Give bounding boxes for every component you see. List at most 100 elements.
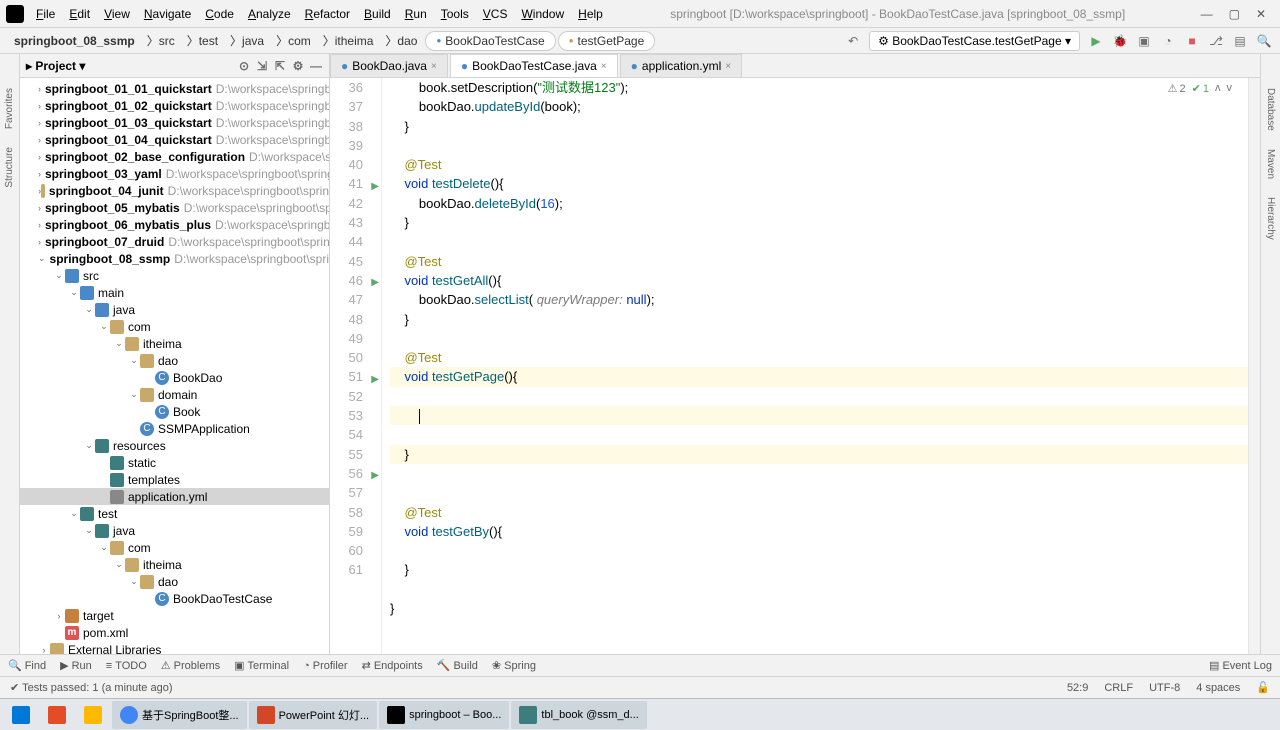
start-button[interactable]: [4, 701, 38, 729]
line-separator[interactable]: CRLF: [1104, 682, 1133, 694]
indent-setting[interactable]: 4 spaces: [1196, 682, 1240, 694]
tree-node[interactable]: ⌄domain: [20, 386, 329, 403]
breadcrumb-root[interactable]: springboot_08_ssmp: [8, 32, 141, 50]
profiler-tool[interactable]: ◔ Profiler: [303, 660, 348, 672]
tree-node[interactable]: ⌄java: [20, 301, 329, 318]
tree-node[interactable]: ⌄resources: [20, 437, 329, 454]
project-panel-title[interactable]: ▸ Project ▾: [26, 59, 85, 73]
endpoints-tool[interactable]: ⇄ Endpoints: [362, 659, 423, 672]
search-icon[interactable]: 🔍: [1256, 33, 1272, 49]
spring-tool[interactable]: ❀ Spring: [492, 659, 536, 672]
stop-icon[interactable]: ■: [1184, 33, 1200, 49]
tree-node[interactable]: ⌄com: [20, 539, 329, 556]
editor-tab[interactable]: ● BookDaoTestCase.java ×: [450, 54, 618, 77]
tree-node[interactable]: ›springboot_01_01_quickstartD:\workspace…: [20, 80, 329, 97]
event-log-tool[interactable]: ▤ Event Log: [1209, 659, 1272, 672]
menu-tools[interactable]: Tools: [435, 3, 475, 25]
tree-node[interactable]: CBookDao: [20, 369, 329, 386]
todo-tool[interactable]: ≡ TODO: [106, 660, 147, 672]
menu-file[interactable]: File: [30, 3, 61, 25]
locate-icon[interactable]: ⊙: [237, 59, 251, 73]
tree-node[interactable]: ⌄com: [20, 318, 329, 335]
taskbar-app[interactable]: [40, 701, 74, 729]
menu-code[interactable]: Code: [199, 3, 240, 25]
terminal-tool[interactable]: ▣ Terminal: [234, 659, 289, 672]
tree-node[interactable]: ⌄itheima: [20, 556, 329, 573]
structure-icon[interactable]: ▤: [1232, 33, 1248, 49]
collapse-icon[interactable]: ⇱: [273, 59, 287, 73]
taskbar-powerpoint[interactable]: PowerPoint 幻灯...: [249, 701, 377, 729]
tree-node[interactable]: CBookDaoTestCase: [20, 590, 329, 607]
tree-node[interactable]: ⌄src: [20, 267, 329, 284]
breadcrumb[interactable]: 〉java: [224, 32, 270, 50]
menu-build[interactable]: Build: [358, 3, 397, 25]
hierarchy-tool[interactable]: Hierarchy: [1265, 193, 1276, 244]
readonly-icon[interactable]: 🔓: [1256, 681, 1270, 694]
menu-refactor[interactable]: Refactor: [299, 3, 356, 25]
close-tab-icon[interactable]: ×: [431, 61, 437, 72]
settings-icon[interactable]: ⚙: [291, 59, 305, 73]
breadcrumb-method[interactable]: ●testGetPage: [558, 31, 656, 51]
ok-indicator[interactable]: ✔1: [1192, 82, 1209, 95]
chevron-up-icon[interactable]: ʌ: [1215, 82, 1221, 95]
close-icon[interactable]: ✕: [1256, 7, 1266, 21]
tree-node[interactable]: application.yml: [20, 488, 329, 505]
tree-node[interactable]: ⌄dao: [20, 352, 329, 369]
tree-node[interactable]: ⌄springboot_08_ssmpD:\workspace\springbo…: [20, 250, 329, 267]
warning-indicator[interactable]: ⚠2: [1168, 82, 1186, 95]
breadcrumb[interactable]: 〉dao: [379, 32, 423, 50]
tree-node[interactable]: ›springboot_01_04_quickstartD:\workspace…: [20, 131, 329, 148]
find-tool[interactable]: 🔍 Find: [8, 659, 46, 672]
run-tool[interactable]: ▶ Run: [60, 659, 92, 672]
breadcrumb[interactable]: 〉test: [181, 32, 224, 50]
menu-window[interactable]: Window: [515, 3, 570, 25]
menu-analyze[interactable]: Analyze: [242, 3, 297, 25]
hide-icon[interactable]: —: [309, 59, 323, 73]
taskbar-explorer[interactable]: [76, 701, 110, 729]
maximize-icon[interactable]: ▢: [1229, 7, 1240, 21]
tree-node[interactable]: templates: [20, 471, 329, 488]
coverage-icon[interactable]: ▣: [1136, 33, 1152, 49]
inspection-indicators[interactable]: ⚠2 ✔1 ʌ v: [1168, 82, 1232, 95]
file-encoding[interactable]: UTF-8: [1149, 682, 1180, 694]
tree-node[interactable]: ›springboot_07_druidD:\workspace\springb…: [20, 233, 329, 250]
favorites-tool[interactable]: Favorites: [4, 84, 15, 133]
problems-tool[interactable]: ⚠ Problems: [161, 659, 220, 672]
menu-view[interactable]: View: [98, 3, 136, 25]
tree-node[interactable]: CBook: [20, 403, 329, 420]
taskbar-db[interactable]: tbl_book @ssm_d...: [511, 701, 646, 729]
menu-help[interactable]: Help: [572, 3, 609, 25]
editor-tab[interactable]: ● BookDao.java ×: [330, 54, 448, 77]
debug-icon[interactable]: 🐞: [1112, 33, 1128, 49]
menu-run[interactable]: Run: [399, 3, 433, 25]
tree-node[interactable]: ›target: [20, 607, 329, 624]
tree-node[interactable]: ⌄dao: [20, 573, 329, 590]
project-tree[interactable]: ›springboot_01_01_quickstartD:\workspace…: [20, 78, 329, 654]
vcs-icon[interactable]: ⎇: [1208, 33, 1224, 49]
close-tab-icon[interactable]: ×: [725, 61, 731, 72]
tree-node[interactable]: ›springboot_01_03_quickstartD:\workspace…: [20, 114, 329, 131]
tree-node[interactable]: ⌄itheima: [20, 335, 329, 352]
menu-navigate[interactable]: Navigate: [138, 3, 197, 25]
profile-icon[interactable]: ◔: [1160, 33, 1176, 49]
structure-tool[interactable]: Structure: [4, 143, 15, 192]
caret-position[interactable]: 52:9: [1067, 682, 1088, 694]
editor-body[interactable]: 363738394041▶4243444546▶4748495051▶52535…: [330, 78, 1260, 654]
menu-vcs[interactable]: VCS: [477, 3, 514, 25]
tree-node[interactable]: ⌄main: [20, 284, 329, 301]
line-gutter[interactable]: 363738394041▶4243444546▶4748495051▶52535…: [330, 78, 382, 654]
breadcrumb[interactable]: 〉itheima: [317, 32, 380, 50]
run-configuration-selector[interactable]: ⚙ BookDaoTestCase.testGetPage ▾: [869, 31, 1080, 51]
tree-node[interactable]: ›springboot_02_base_configurationD:\work…: [20, 148, 329, 165]
tree-node[interactable]: ›springboot_03_yamlD:\workspace\springbo…: [20, 165, 329, 182]
build-tool[interactable]: 🔨 Build: [437, 659, 478, 672]
tree-node[interactable]: ⌄java: [20, 522, 329, 539]
menu-edit[interactable]: Edit: [63, 3, 96, 25]
tree-node[interactable]: mpom.xml: [20, 624, 329, 641]
minimize-icon[interactable]: —: [1201, 7, 1213, 21]
taskbar-chrome[interactable]: 基于SpringBoot整...: [112, 701, 247, 729]
breadcrumb[interactable]: 〉src: [141, 32, 181, 50]
tree-node[interactable]: CSSMPApplication: [20, 420, 329, 437]
tree-node[interactable]: ›springboot_05_mybatisD:\workspace\sprin…: [20, 199, 329, 216]
expand-icon[interactable]: ⇲: [255, 59, 269, 73]
